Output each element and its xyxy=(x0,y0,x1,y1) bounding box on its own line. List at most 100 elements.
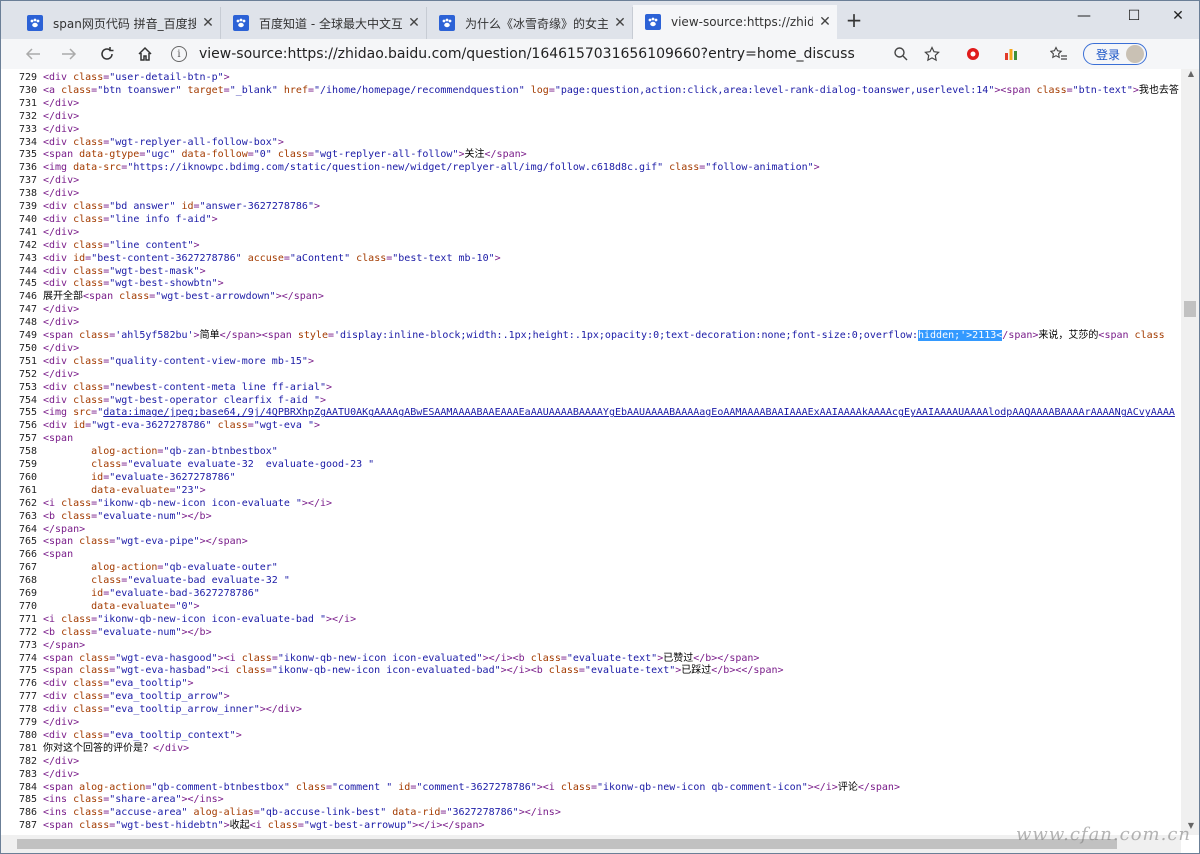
line-code: <img data-src="https://iknowpc.bdimg.com… xyxy=(43,162,820,174)
line-number: 743 xyxy=(18,252,37,264)
line-number: 779 xyxy=(18,717,37,728)
source-line: 769 id="evaluate-bad-3627278786" xyxy=(1,587,260,600)
line-number: 774 xyxy=(18,652,37,664)
bar-chart-icon[interactable] xyxy=(1001,44,1021,64)
home-button[interactable] xyxy=(133,43,157,65)
tab-1[interactable]: span网页代码 拼音_百度搜索 ✕ xyxy=(15,7,221,39)
line-code: class="evaluate evaluate-32 evaluate-goo… xyxy=(43,459,375,470)
line-number: 758 xyxy=(18,446,37,458)
close-icon[interactable]: ✕ xyxy=(813,14,837,30)
star-icon[interactable] xyxy=(922,44,942,64)
line-number: 775 xyxy=(18,665,37,677)
source-line: 782 </div> xyxy=(1,755,79,768)
scrollbar-thumb[interactable] xyxy=(1184,301,1196,317)
line-number: 759 xyxy=(18,459,37,470)
zoom-search-icon[interactable] xyxy=(891,44,911,64)
source-line: 773 </span> xyxy=(1,639,85,652)
line-code: </div> xyxy=(43,717,80,728)
line-number: 782 xyxy=(18,755,37,767)
line-code: <i class="ikonw-qb-new-icon icon-evaluat… xyxy=(43,497,333,509)
line-code: <span xyxy=(43,549,74,561)
line-code: </div> xyxy=(43,368,80,380)
tab-3[interactable]: 为什么《冰雪奇缘》的女主是Ann ✕ xyxy=(427,7,633,39)
source-line: 736 <img data-src="https://iknowpc.bdimg.… xyxy=(1,161,820,174)
scrollbar-thumb[interactable] xyxy=(17,839,1117,849)
refresh-icon xyxy=(101,47,114,60)
source-line: 779 </div> xyxy=(1,716,79,729)
paw-icon xyxy=(645,14,661,30)
refresh-button[interactable] xyxy=(95,43,119,65)
line-code: <div class="bd answer" id="answer-362727… xyxy=(43,201,320,212)
line-number: 778 xyxy=(18,704,37,716)
source-line: 737 </div> xyxy=(1,174,79,187)
line-number: 787 xyxy=(18,820,37,832)
tab-2[interactable]: 百度知道 - 全球最大中文互动问答 ✕ xyxy=(221,7,427,39)
line-number: 750 xyxy=(18,342,37,354)
address-bar[interactable]: i view-source:https://zhidao.baidu.com/q… xyxy=(171,42,951,66)
source-line: 743 <div id="best-content-3627278786" acc… xyxy=(1,252,501,265)
source-line: 734 <div class="wgt-replyer-all-follow-bo… xyxy=(1,136,284,149)
window-close-button[interactable]: ✕ xyxy=(1155,1,1199,31)
maximize-button[interactable]: ☐ xyxy=(1111,1,1157,31)
line-code: <div class="eva_tooltip_arrow_inner"></d… xyxy=(43,704,302,716)
line-number: 784 xyxy=(18,781,37,793)
source-line: 786 <ins class="accuse-area" alog-alias="… xyxy=(1,806,561,819)
minimize-button[interactable]: — xyxy=(1061,1,1107,31)
close-icon[interactable]: ✕ xyxy=(196,15,220,31)
line-code: </div> xyxy=(43,755,80,767)
close-icon[interactable]: ✕ xyxy=(402,15,426,31)
source-line: 784 <span alog-action="qb-comment-btnbest… xyxy=(1,781,900,794)
source-line: 754 <div class="wgt-best-operator clearfi… xyxy=(1,394,326,407)
tab-4-active[interactable]: view-source:https://zhidao.baidu ✕ xyxy=(633,5,837,39)
horizontal-scrollbar[interactable] xyxy=(1,835,1181,853)
source-line: 747 </div> xyxy=(1,303,79,316)
line-code: </div> xyxy=(43,304,80,316)
extension-gear-icon[interactable] xyxy=(963,44,983,64)
source-line: 739 <div class="bd answer" id="answer-362… xyxy=(1,200,320,213)
source-line: 752 </div> xyxy=(1,368,79,381)
source-line: 732 </div> xyxy=(1,110,79,123)
favorites-list-icon[interactable] xyxy=(1049,44,1069,64)
line-number: 736 xyxy=(18,162,37,174)
line-code: <div class="wgt-best-operator clearfix f… xyxy=(43,394,326,406)
login-button[interactable]: 登录 xyxy=(1083,43,1147,65)
line-number: 741 xyxy=(18,226,37,238)
source-line: 785 <ins class="share-area"></ins> xyxy=(1,793,224,806)
line-code: </div> xyxy=(43,317,80,329)
line-number: 733 xyxy=(18,123,37,135)
source-line: 729 <div class="user-detail-btn-p"> xyxy=(1,71,230,84)
line-code: 展开全部<span class="wgt-best-arrowdown"></s… xyxy=(43,291,324,303)
source-view[interactable]: 729 <div class="user-detail-btn-p"> 730 <a … xyxy=(1,69,1181,835)
source-line: 748 </div> xyxy=(1,316,79,329)
line-code: <ins class="share-area"></ins> xyxy=(43,794,224,806)
line-code: <b class="evaluate-num"></b> xyxy=(43,510,212,522)
close-icon[interactable]: ✕ xyxy=(608,15,632,31)
line-number: 769 xyxy=(18,588,37,599)
line-number: 744 xyxy=(18,265,37,277)
back-button[interactable] xyxy=(21,43,45,65)
source-line: 745 <div class="wgt-best-showbtn"> xyxy=(1,277,224,290)
vertical-scrollbar[interactable]: ▲ ▼ xyxy=(1181,69,1199,835)
tab-title: 百度知道 - 全球最大中文互动问答 xyxy=(259,16,402,31)
source-line: 774 <span class="wgt-eva-hasgood"><i clas… xyxy=(1,652,760,665)
source-line: 759 class="evaluate evaluate-32 evaluate… xyxy=(1,458,374,471)
line-number: 785 xyxy=(18,794,37,806)
scroll-up-icon[interactable]: ▲ xyxy=(1181,69,1199,83)
line-code: <div class="wgt-best-mask"> xyxy=(43,265,206,277)
line-code: </div> xyxy=(43,97,80,109)
line-code: <img src="data:image/jpeg;base64,/9j/4QP… xyxy=(43,407,1175,419)
source-line: 766 <span xyxy=(1,548,73,561)
url-text: view-source:https://zhidao.baidu.com/que… xyxy=(199,46,855,62)
line-code: <div class="line info f-aid"> xyxy=(43,213,218,225)
line-code: 你对这个回答的评价是？</div> xyxy=(43,742,190,754)
line-code: <b class="evaluate-num"></b> xyxy=(43,626,212,638)
source-line: 761 data-evaluate="23"> xyxy=(1,484,206,497)
forward-button[interactable] xyxy=(57,43,81,65)
line-number: 768 xyxy=(18,575,37,587)
source-line: 778 <div class="eva_tooltip_arrow_inner">… xyxy=(1,703,302,716)
new-tab-button[interactable]: + xyxy=(843,9,865,31)
line-code: <div class="eva_tooltip_context"> xyxy=(43,729,242,741)
info-icon[interactable]: i xyxy=(171,46,187,62)
line-number: 735 xyxy=(18,149,37,161)
line-number: 761 xyxy=(18,484,37,496)
